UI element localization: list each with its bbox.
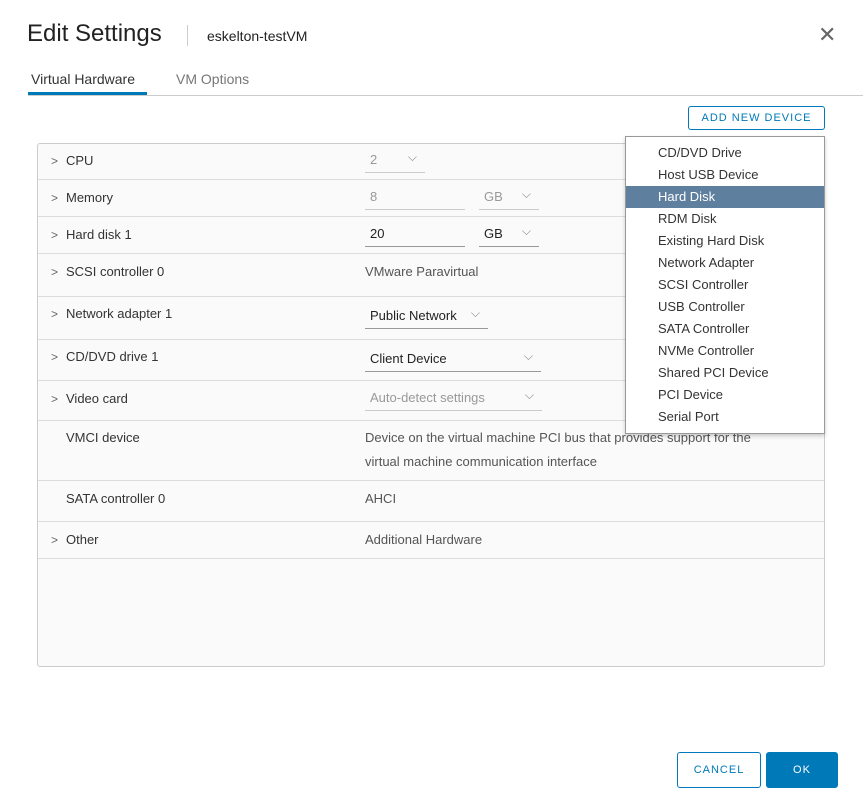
chevron-right-icon[interactable]: >	[51, 154, 58, 168]
chevron-right-icon[interactable]: >	[51, 392, 58, 406]
menu-item-hard-disk[interactable]: Hard Disk	[626, 186, 824, 208]
row-value: AHCI	[365, 491, 396, 506]
row-label: Memory	[66, 190, 113, 205]
menu-item-network-adapter[interactable]: Network Adapter	[626, 252, 824, 274]
row-value: virtual machine communication interface	[365, 454, 597, 469]
menu-item-scsi-controller[interactable]: SCSI Controller	[626, 274, 824, 296]
row-other: > Other Additional Hardware	[38, 522, 824, 559]
add-device-menu: CD/DVD Drive Host USB Device Hard Disk R…	[625, 136, 825, 434]
row-sata: SATA controller 0 AHCI	[38, 481, 824, 522]
video-card-select[interactable]: Auto-detect settings	[365, 387, 542, 411]
row-value: VMware Paravirtual	[365, 264, 478, 279]
row-label: Other	[66, 532, 99, 547]
title-divider	[187, 25, 188, 46]
chevron-right-icon[interactable]: >	[51, 228, 58, 242]
network-select[interactable]: Public Network	[365, 305, 488, 329]
tab-divider	[28, 95, 863, 96]
chevron-right-icon[interactable]: >	[51, 533, 58, 547]
menu-item-host-usb-device[interactable]: Host USB Device	[626, 164, 824, 186]
vm-name: eskelton-testVM	[207, 28, 307, 44]
row-label: VMCI device	[66, 430, 140, 445]
chevron-right-icon[interactable]: >	[51, 191, 58, 205]
add-new-device-button[interactable]: ADD NEW DEVICE	[688, 106, 825, 130]
menu-item-rdm-disk[interactable]: RDM Disk	[626, 208, 824, 230]
chevron-right-icon[interactable]: >	[51, 350, 58, 364]
row-label: CPU	[66, 153, 93, 168]
hard-disk-unit-select[interactable]: GB	[479, 223, 539, 247]
dialog-title: Edit Settings	[27, 20, 162, 48]
menu-item-existing-hard-disk[interactable]: Existing Hard Disk	[626, 230, 824, 252]
menu-item-shared-pci-device[interactable]: Shared PCI Device	[626, 362, 824, 384]
cpu-select[interactable]: 2	[365, 149, 425, 173]
memory-input[interactable]: 8	[365, 186, 465, 210]
row-label: CD/DVD drive 1	[66, 349, 158, 364]
row-value: Additional Hardware	[365, 532, 482, 547]
row-label: SCSI controller 0	[66, 264, 164, 279]
chevron-right-icon[interactable]: >	[51, 307, 58, 321]
row-label: Video card	[66, 391, 128, 406]
menu-item-pci-device[interactable]: PCI Device	[626, 384, 824, 406]
menu-item-serial-port[interactable]: Serial Port	[626, 406, 824, 428]
ok-button[interactable]: OK	[766, 752, 838, 788]
menu-item-usb-controller[interactable]: USB Controller	[626, 296, 824, 318]
menu-item-nvme-controller[interactable]: NVMe Controller	[626, 340, 824, 362]
row-label: SATA controller 0	[66, 491, 165, 506]
menu-item-cd-dvd-drive[interactable]: CD/DVD Drive	[626, 142, 824, 164]
close-icon[interactable]: ✕	[818, 24, 836, 46]
chevron-right-icon[interactable]: >	[51, 265, 58, 279]
row-label: Network adapter 1	[66, 306, 172, 321]
hard-disk-size-input[interactable]: 20	[365, 223, 465, 247]
cancel-button[interactable]: CANCEL	[677, 752, 761, 788]
memory-unit-select[interactable]: GB	[479, 186, 539, 210]
menu-item-sata-controller[interactable]: SATA Controller	[626, 318, 824, 340]
row-label: Hard disk 1	[66, 227, 132, 242]
tab-vm-options[interactable]: VM Options	[176, 71, 249, 87]
cd-dvd-select[interactable]: Client Device	[365, 348, 541, 372]
tab-virtual-hardware[interactable]: Virtual Hardware	[31, 71, 135, 87]
